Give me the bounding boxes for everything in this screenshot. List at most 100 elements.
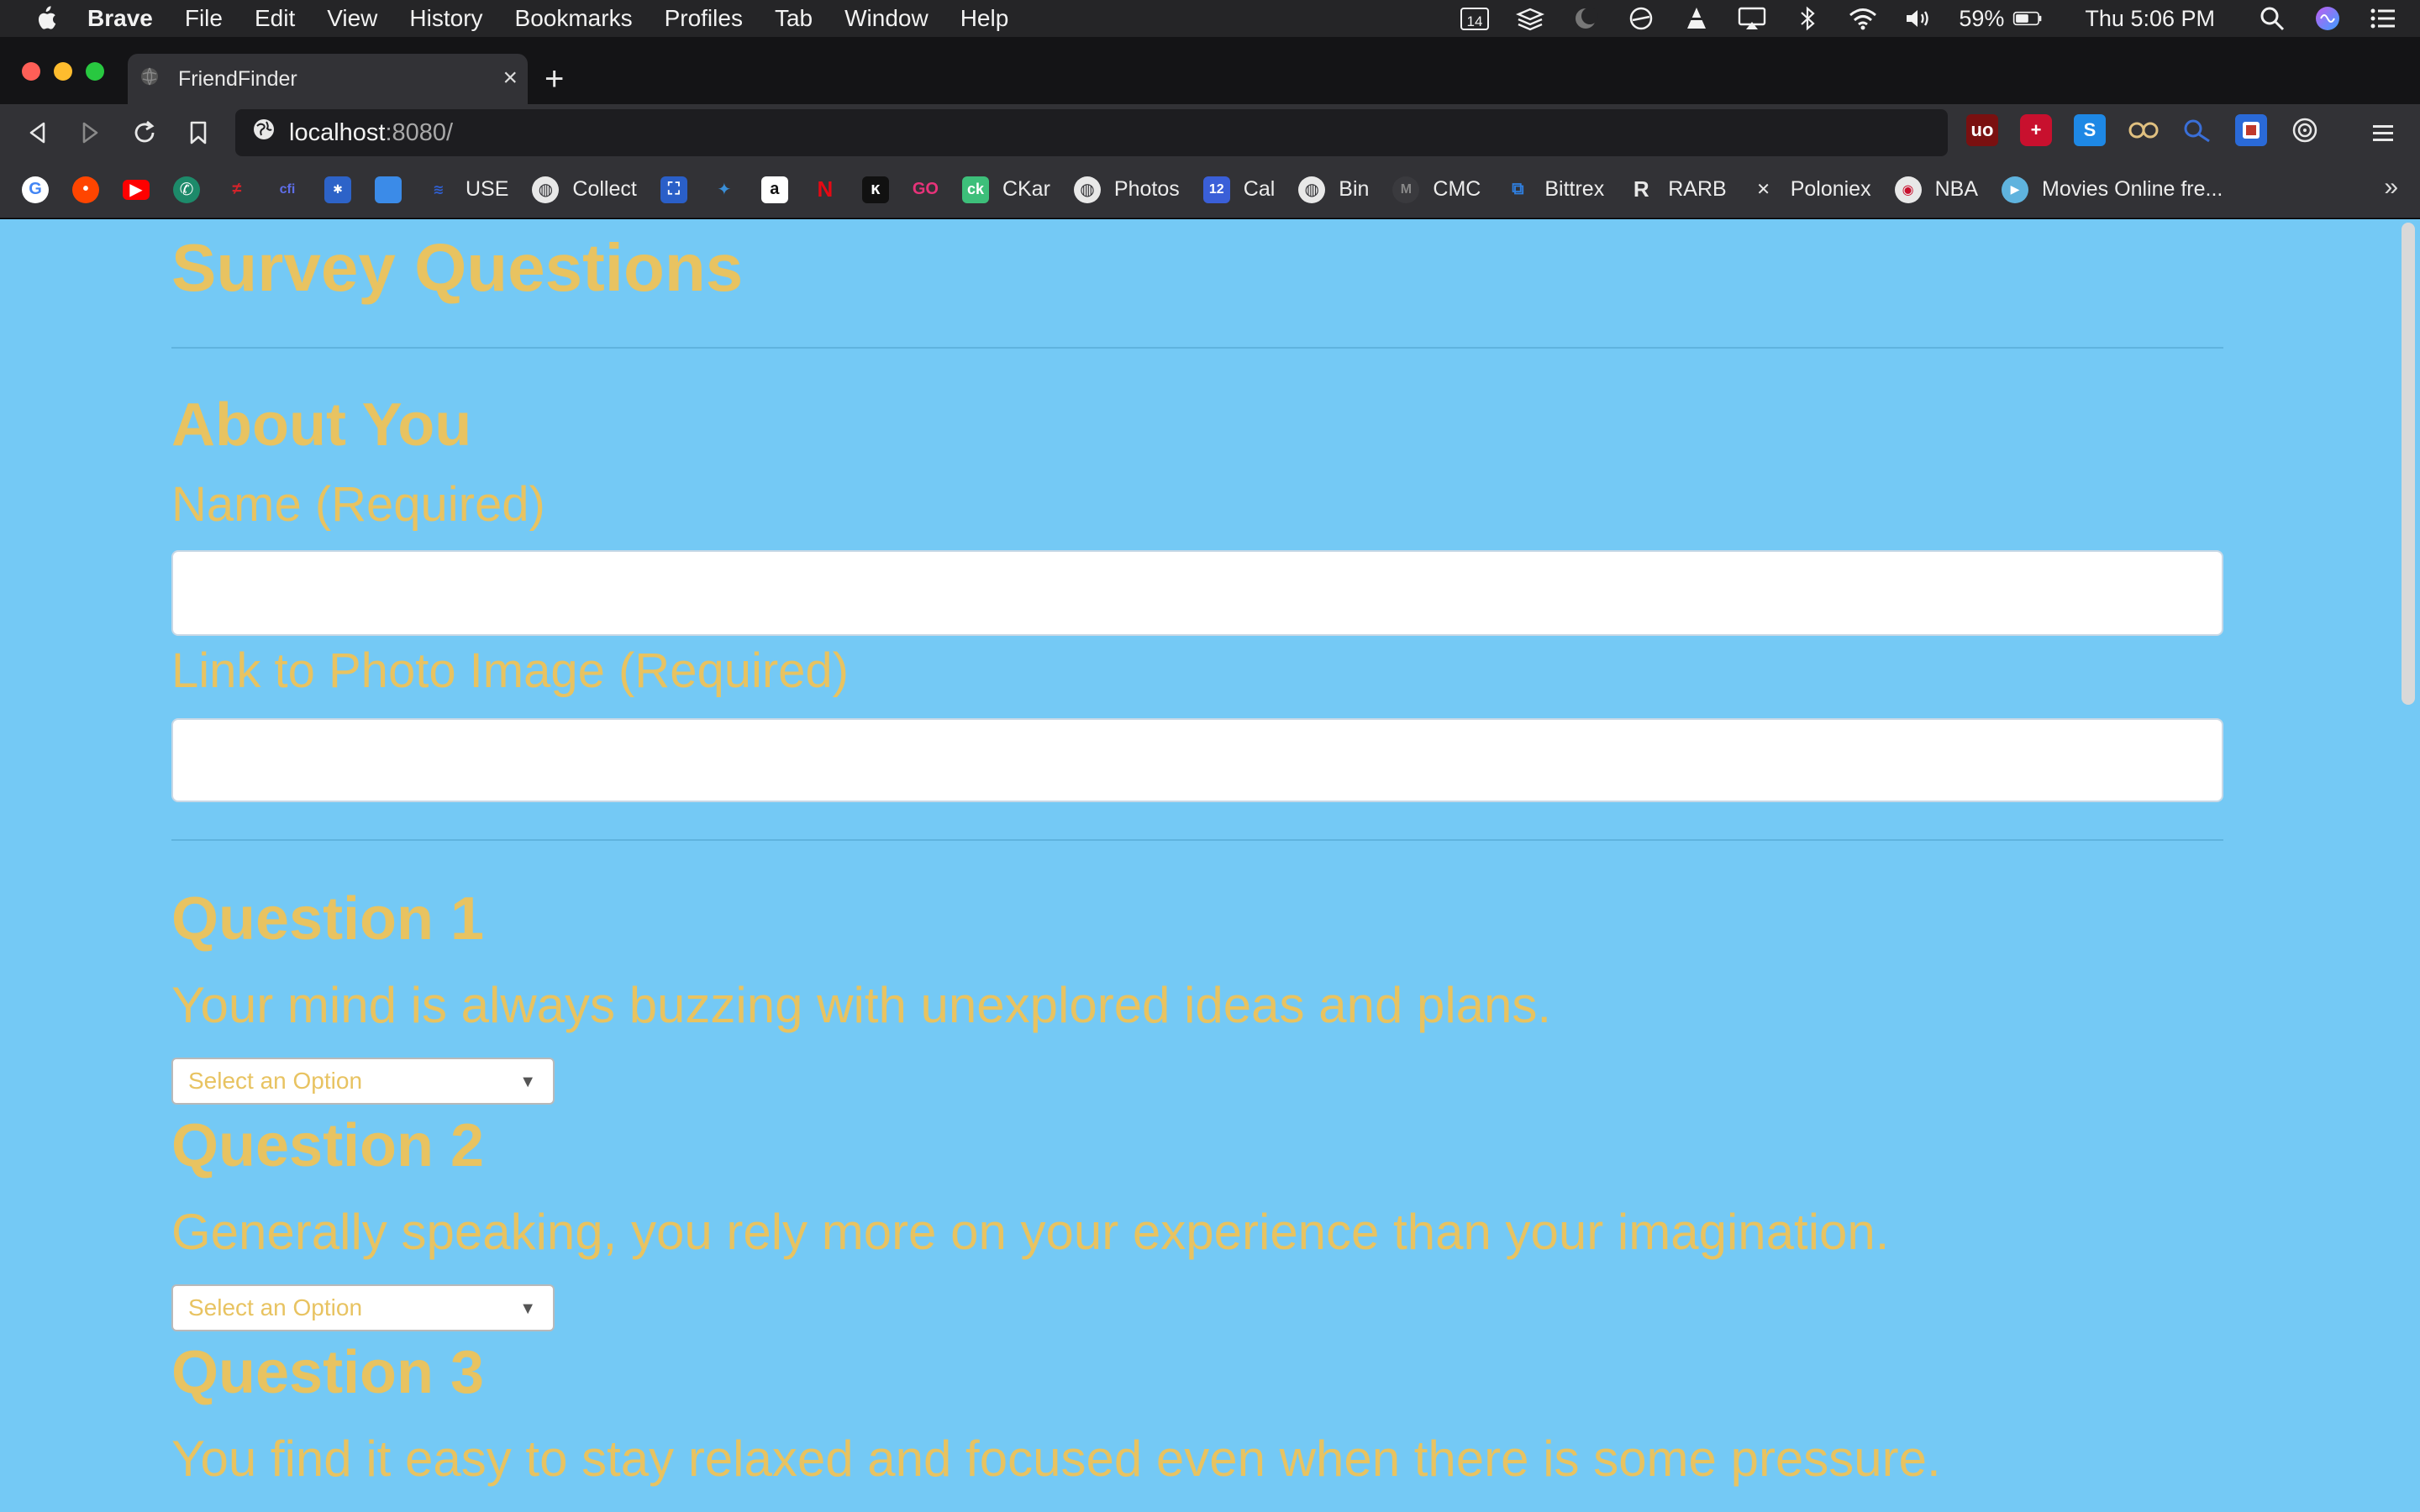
bookmark-photos[interactable]: ◍ Photos — [1073, 176, 1180, 203]
bookmark-phone[interactable]: ✆ — [173, 176, 200, 203]
bookmark-airline[interactable]: ≠ — [224, 176, 250, 203]
bookmark-label: CKar — [1002, 177, 1050, 201]
menu-edit[interactable]: Edit — [255, 5, 295, 32]
select-value: Select an Option — [188, 1068, 363, 1094]
bookmark-use[interactable]: ≋ USE — [425, 176, 508, 203]
question-1-select[interactable]: Select an Option ▼ — [171, 1058, 555, 1105]
go-icon: GO — [912, 180, 939, 198]
spotlight-search-icon[interactable] — [2257, 6, 2287, 31]
new-tab-button[interactable]: + — [544, 62, 564, 96]
bird-icon: ✦ — [717, 181, 732, 199]
bookmark-cal[interactable]: 12 Cal — [1202, 176, 1275, 203]
bookmark-square[interactable] — [375, 176, 402, 203]
menu-window[interactable]: Window — [844, 5, 929, 32]
bookmark-bin[interactable]: ◍ Bin — [1298, 176, 1369, 203]
scrollbar[interactable] — [2395, 219, 2420, 1512]
reddit-icon: • — [72, 176, 99, 203]
bookmark-go[interactable]: GO — [913, 176, 939, 203]
moon-icon[interactable] — [1570, 6, 1601, 31]
bookmark-cmc[interactable]: M CMC — [1392, 176, 1481, 203]
airline-icon: ≠ — [232, 180, 242, 198]
bookmark-label: Bin — [1339, 177, 1370, 201]
clock[interactable]: Thu 5:06 PM — [2085, 6, 2215, 32]
forward-icon[interactable] — [74, 116, 108, 150]
vlc-cone-icon[interactable] — [1681, 6, 1712, 31]
page-title: Survey Questions — [171, 230, 744, 305]
bookmark-nba[interactable]: ◉ NBA — [1894, 176, 1978, 203]
site-info-icon[interactable] — [252, 118, 276, 148]
address-bar[interactable]: localhost:8080/ — [235, 109, 1948, 156]
glasses-icon[interactable] — [2128, 114, 2160, 146]
bookmark-google[interactable]: G — [22, 176, 49, 203]
siri-icon[interactable] — [2312, 6, 2343, 31]
bookmark-movies[interactable]: ▶ Movies Online fre... — [2002, 176, 2223, 203]
close-window-button[interactable] — [22, 62, 40, 81]
tab-close-icon[interactable]: × — [502, 66, 518, 91]
menu-profiles[interactable]: Profiles — [665, 5, 743, 32]
bookmark-rarb[interactable]: R RARB — [1628, 176, 1727, 203]
page-viewport: Survey Questions About You Name (Require… — [0, 219, 2420, 1512]
play-icon: ▶ — [2002, 176, 2028, 203]
photo-link-input[interactable] — [171, 718, 2223, 802]
reload-icon[interactable] — [128, 116, 161, 150]
battery-icon[interactable] — [2012, 6, 2043, 31]
apple-menu-icon[interactable] — [34, 5, 59, 32]
bookmark-netflix[interactable]: N — [812, 176, 839, 203]
bookmark-collect[interactable]: ◍ Collect — [532, 176, 637, 203]
bookmarks-overflow-icon[interactable]: » — [2384, 173, 2398, 202]
divider — [171, 839, 2223, 841]
bluetooth-icon[interactable] — [1792, 6, 1823, 31]
minimize-window-button[interactable] — [54, 62, 72, 81]
bookmarks-bar: G • ▶ ✆ ≠ cfi ✱ ≋ USE ◍ Collect ⛶ ✦ a N ĸ … — [0, 161, 2420, 218]
plus-shield-icon[interactable]: + — [2020, 114, 2052, 146]
bookmark-bittrex[interactable]: ⧉ Bittrex — [1504, 176, 1604, 203]
wifi-icon[interactable] — [1848, 6, 1878, 31]
bookmark-label: CMC — [1433, 177, 1481, 201]
bookmark-amazon[interactable]: a — [760, 176, 788, 203]
zoom-window-button[interactable] — [86, 62, 104, 81]
bookmark-poloniex[interactable]: ✕ Poloniex — [1750, 176, 1870, 203]
name-input[interactable] — [171, 550, 2223, 636]
globe-icon: ◍ — [1298, 176, 1326, 203]
bookmark-bird[interactable]: ✦ — [711, 176, 738, 203]
blocked-icon[interactable] — [1626, 6, 1656, 31]
s-extension-icon[interactable]: S — [2074, 114, 2106, 146]
target-icon[interactable] — [2289, 114, 2321, 146]
ublock-icon[interactable]: uo — [1966, 114, 1998, 146]
bookmark-label: Movies Online fre... — [2042, 177, 2223, 201]
menu-bookmarks[interactable]: Bookmarks — [515, 5, 633, 32]
volume-icon[interactable] — [1903, 6, 1933, 31]
question-3-heading: Question 3 — [171, 1339, 485, 1406]
bookmark-reddit[interactable]: • — [72, 176, 99, 203]
menu-history[interactable]: History — [409, 5, 482, 32]
bittrex-icon: ⧉ — [1512, 180, 1524, 198]
browser-menu-icon[interactable] — [2366, 116, 2400, 150]
menu-view[interactable]: View — [327, 5, 377, 32]
question-1-heading: Question 1 — [171, 885, 485, 953]
bookmark-youtube[interactable]: ▶ — [123, 179, 150, 200]
tab-friendfinder[interactable]: FriendFinder × — [128, 54, 528, 104]
scrollbar-thumb[interactable] — [2402, 223, 2415, 705]
notification-center-icon[interactable] — [2368, 6, 2398, 31]
stack-icon[interactable] — [1515, 6, 1545, 31]
menu-file[interactable]: File — [185, 5, 223, 32]
back-icon[interactable] — [20, 116, 54, 150]
airplay-icon[interactable] — [1737, 6, 1767, 31]
clipper-icon[interactable] — [2235, 114, 2267, 146]
menu-tab[interactable]: Tab — [775, 5, 813, 32]
question-2-select[interactable]: Select an Option ▼ — [171, 1284, 555, 1331]
youtube-icon: ▶ — [123, 179, 150, 200]
bookmark-k[interactable]: ĸ — [861, 176, 889, 203]
google-icon: G — [22, 176, 49, 203]
name-label: Name (Required) — [171, 477, 545, 532]
calendar-status-icon[interactable]: 14 — [1460, 6, 1490, 31]
bookmark-icon[interactable] — [182, 116, 215, 150]
menu-app-name[interactable]: Brave — [87, 5, 153, 32]
globe-icon: ◍ — [532, 176, 560, 203]
bookmark-scan[interactable]: ⛶ — [660, 176, 687, 203]
menu-help[interactable]: Help — [960, 5, 1009, 32]
bookmark-ckar[interactable]: ck CKar — [961, 176, 1050, 203]
magnifier-extension-icon[interactable] — [2181, 114, 2213, 146]
bookmark-bank[interactable]: cfi — [274, 176, 301, 203]
bookmark-bank2[interactable]: ✱ — [324, 176, 351, 203]
